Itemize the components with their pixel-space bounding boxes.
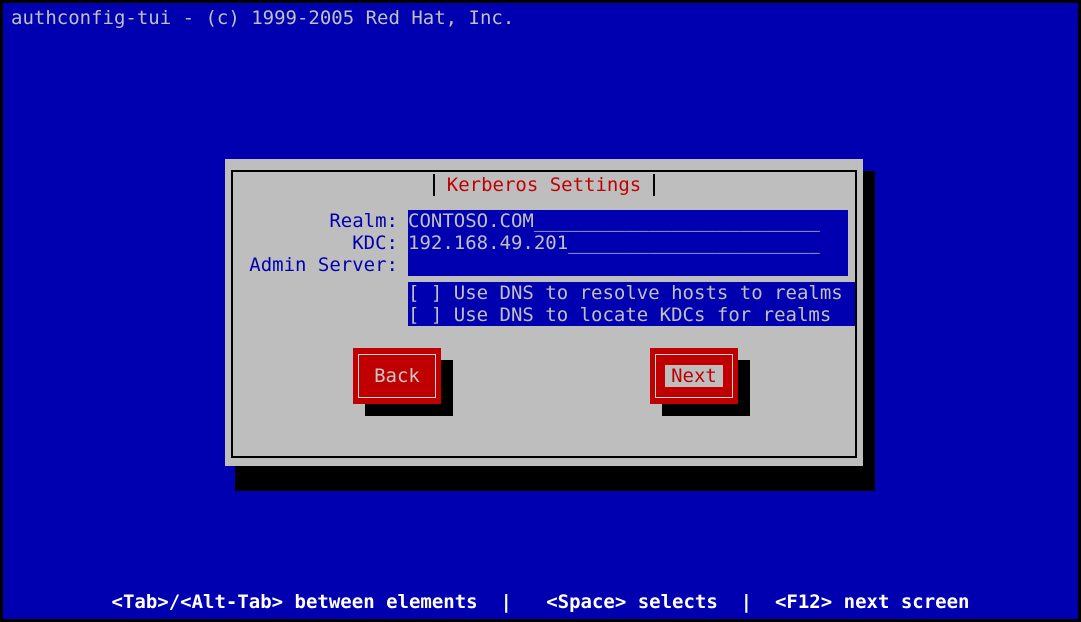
app-title: authconfig-tui - (c) 1999-2005 Red Hat, … (11, 7, 515, 29)
status-bar: <Tab>/<Alt-Tab> between elements | <Spac… (111, 591, 970, 613)
checkbox-resolve-hosts[interactable]: [ ] Use DNS to resolve hosts to realms (408, 282, 855, 304)
realm-filler: _________________________ (533, 210, 820, 232)
checkbox-locate-kdcs-text: [ ] Use DNS to locate KDCs for realms (408, 304, 855, 326)
dialog-border: Kerberos Settings Realm: CONTOSO.COM____… (231, 170, 857, 458)
terminal-screen: authconfig-tui - (c) 1999-2005 Red Hat, … (0, 0, 1081, 622)
back-button[interactable]: Back (353, 348, 441, 404)
dialog-title-bar: Kerberos Settings (233, 172, 855, 196)
kerberos-form: Realm: CONTOSO.COM______________________… (233, 210, 855, 326)
checkbox-resolve-hosts-text: [ ] Use DNS to resolve hosts to realms (408, 282, 855, 304)
dialog-title-box: Kerberos Settings (432, 174, 656, 196)
next-button-inner-border: Next (655, 354, 733, 398)
back-button-wrap: Back (353, 348, 453, 416)
checkbox-locate-kdcs[interactable]: [ ] Use DNS to locate KDCs for realms (408, 304, 855, 326)
kdc-input[interactable]: 192.168.49.201______________________ (408, 232, 848, 254)
checkbox-resolve-hosts-label: Use DNS to resolve hosts to realms (453, 282, 843, 304)
checkbox-locate-kdcs-mark: [ ] (408, 304, 443, 326)
field-row-realm: Realm: CONTOSO.COM______________________… (233, 210, 855, 232)
back-button-label: Back (374, 365, 420, 387)
next-button-wrap: Next (650, 348, 750, 416)
dialog-title: Kerberos Settings (446, 174, 642, 196)
field-row-kdc: KDC: 192.168.49.201_____________________… (233, 232, 855, 254)
next-button-label: Next (665, 365, 723, 387)
checkbox-resolve-hosts-mark: [ ] (408, 282, 443, 304)
realm-input[interactable]: CONTOSO.COM_________________________ (408, 210, 848, 232)
kerberos-settings-dialog: Kerberos Settings Realm: CONTOSO.COM____… (225, 159, 863, 466)
kdc-value: 192.168.49.201 (408, 232, 569, 254)
kdc-label: KDC: (352, 232, 398, 254)
dialog-buttons: Back Next (233, 348, 855, 438)
field-row-admin-server: Admin Server: (233, 254, 855, 276)
admin-server-label: Admin Server: (249, 254, 398, 276)
dns-options-group: [ ] Use DNS to resolve hosts to realms [… (408, 282, 855, 326)
admin-server-input[interactable] (408, 254, 848, 276)
kdc-filler: ______________________ (568, 232, 820, 254)
realm-value: CONTOSO.COM (408, 210, 534, 232)
checkbox-locate-kdcs-label: Use DNS to locate KDCs for realms (453, 304, 832, 326)
realm-label: Realm: (329, 210, 398, 232)
next-button[interactable]: Next (650, 348, 738, 404)
back-button-inner-border: Back (358, 354, 436, 398)
